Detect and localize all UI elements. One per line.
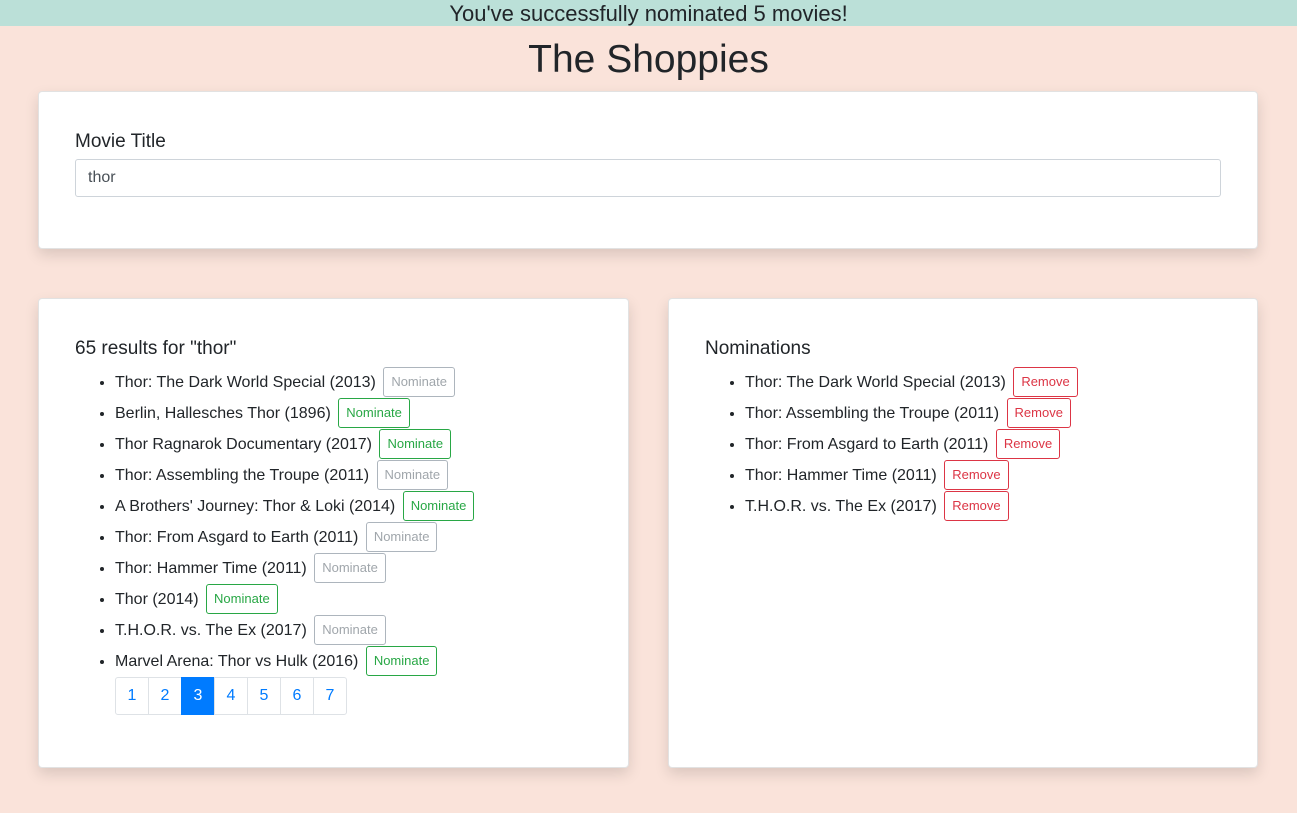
page-link-5[interactable]: 5 <box>247 677 281 715</box>
result-title: Marvel Arena: Thor vs Hulk (2016) <box>115 653 359 670</box>
nominate-button[interactable]: Nominate <box>376 459 449 490</box>
remove-button[interactable]: Remove <box>1006 397 1071 428</box>
result-title: Berlin, Hallesches Thor (1896) <box>115 405 331 422</box>
result-title: Thor: The Dark World Special (2013) <box>115 374 376 391</box>
result-item: Thor (2014) Nominate <box>115 583 474 615</box>
nominate-button[interactable]: Nominate <box>338 397 410 428</box>
result-item: Thor: From Asgard to Earth (2011) Nomina… <box>115 521 474 553</box>
remove-button[interactable]: Remove <box>944 490 1009 521</box>
nomination-item: T.H.O.R. vs. The Ex (2017) Remove <box>745 490 1078 522</box>
result-title: Thor: From Asgard to Earth (2011) <box>115 529 359 546</box>
result-title: T.H.O.R. vs. The Ex (2017) <box>115 622 307 639</box>
search-card: Movie Title <box>38 91 1258 249</box>
result-title: Thor (2014) <box>115 591 199 608</box>
result-title: Thor: Hammer Time (2011) <box>115 560 307 577</box>
pagination: 1 2 3 4 5 6 7 <box>115 677 347 715</box>
result-item: Thor: Assembling the Troupe (2011) Nomin… <box>115 459 474 491</box>
nominate-button[interactable]: Nominate <box>402 490 475 521</box>
result-item: Marvel Arena: Thor vs Hulk (2016) Nomina… <box>115 645 474 677</box>
result-item: A Brothers' Journey: Thor & Loki (2014) … <box>115 490 475 522</box>
result-item: T.H.O.R. vs. The Ex (2017) Nominate <box>115 614 474 646</box>
page-link-6[interactable]: 6 <box>280 677 314 715</box>
results-list: Thor: The Dark World Special (2013) Nomi… <box>115 366 475 677</box>
nominate-button[interactable]: Nominate <box>206 583 278 614</box>
page-link-3-active[interactable]: 3 <box>181 677 215 715</box>
remove-button[interactable]: Remove <box>995 428 1061 459</box>
success-banner-text: You've successfully nominated 5 movies! <box>449 1 848 26</box>
nomination-title: T.H.O.R. vs. The Ex (2017) <box>745 498 937 515</box>
nominate-button[interactable]: Nominate <box>314 614 386 645</box>
nominate-button[interactable]: Nominate <box>365 645 438 676</box>
remove-button[interactable]: Remove <box>1013 366 1078 397</box>
app-title: The Shoppies <box>528 38 769 81</box>
nominations-list: Thor: The Dark World Special (2013) Remo… <box>745 366 1078 522</box>
result-item: Thor: The Dark World Special (2013) Nomi… <box>115 366 474 398</box>
result-title: Thor: Assembling the Troupe (2011) <box>115 467 370 484</box>
page-link-7[interactable]: 7 <box>313 677 347 715</box>
nominations-card: Nominations Thor: The Dark World Special… <box>668 298 1258 768</box>
nomination-item: Thor: Assembling the Troupe (2011) Remov… <box>745 397 1078 429</box>
nominations-heading: Nominations <box>705 338 811 359</box>
nomination-title: Thor: From Asgard to Earth (2011) <box>745 436 989 453</box>
result-item: Thor: Hammer Time (2011) Nominate <box>115 552 474 584</box>
results-card: 65 results for "thor" Thor: The Dark Wor… <box>38 298 629 768</box>
nomination-title: Thor: Hammer Time (2011) <box>745 467 937 484</box>
nomination-title: Thor: Assembling the Troupe (2011) <box>745 405 1000 422</box>
page-link-4[interactable]: 4 <box>214 677 248 715</box>
results-heading: 65 results for "thor" <box>75 338 237 359</box>
nominate-button[interactable]: Nominate <box>365 521 438 552</box>
result-title: Thor Ragnarok Documentary (2017) <box>115 436 373 453</box>
result-title: A Brothers' Journey: Thor & Loki (2014) <box>115 498 396 515</box>
nomination-item: Thor: Hammer Time (2011) Remove <box>745 459 1078 491</box>
nomination-item: Thor: The Dark World Special (2013) Remo… <box>745 366 1078 398</box>
movie-title-input[interactable] <box>75 159 1221 197</box>
nomination-item: Thor: From Asgard to Earth (2011) Remove <box>745 428 1078 460</box>
page-link-2[interactable]: 2 <box>148 677 182 715</box>
nominate-button[interactable]: Nominate <box>314 552 386 583</box>
result-item: Berlin, Hallesches Thor (1896) Nominate <box>115 397 474 429</box>
remove-button[interactable]: Remove <box>944 459 1009 490</box>
nomination-title: Thor: The Dark World Special (2013) <box>745 374 1006 391</box>
success-banner: You've successfully nominated 5 movies! <box>0 0 1297 26</box>
movie-title-label: Movie Title <box>75 131 166 152</box>
page-link-1[interactable]: 1 <box>115 677 149 715</box>
nominate-button[interactable]: Nominate <box>379 428 452 459</box>
result-item: Thor Ragnarok Documentary (2017) Nominat… <box>115 428 474 460</box>
nominate-button[interactable]: Nominate <box>383 366 455 397</box>
